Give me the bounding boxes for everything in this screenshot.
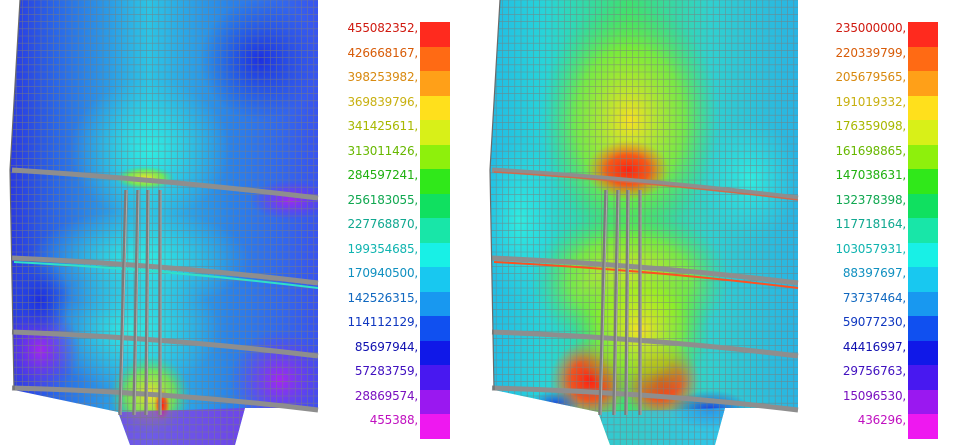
legend-label: 341425611,	[347, 119, 418, 133]
legend-label: 455388,	[369, 413, 418, 427]
legend-label: 29756763,	[842, 364, 906, 378]
right-legend-labels: 235000000, 220339799, 205679565, 191019332,…	[806, 16, 906, 433]
legend-swatch	[420, 22, 450, 47]
legend-swatch	[908, 46, 938, 71]
legend-label: 369839796,	[347, 94, 418, 109]
legend-label: 59077230,	[842, 315, 906, 329]
legend-swatch	[908, 71, 938, 96]
legend-swatch	[420, 71, 450, 96]
legend-swatch	[908, 169, 938, 194]
legend-swatch	[420, 242, 450, 267]
legend-label: 199354685,	[347, 241, 418, 256]
legend-swatch	[420, 365, 450, 390]
legend-swatch	[420, 193, 450, 218]
legend-swatch	[908, 218, 938, 243]
legend-swatch	[420, 267, 450, 292]
legend-swatch	[908, 120, 938, 145]
legend-swatch	[908, 267, 938, 292]
legend-label: 103057931,	[835, 241, 906, 256]
legend-swatch	[420, 95, 450, 120]
legend-label: 426668167,	[347, 45, 418, 60]
legend-swatch	[420, 291, 450, 316]
legend-swatch	[908, 414, 938, 439]
legend-label: 227768870,	[347, 217, 418, 231]
legend-label: 142526315,	[347, 290, 418, 305]
legend-swatch	[420, 389, 450, 414]
legend-label: 455082352,	[347, 21, 418, 35]
legend-label: 147038631,	[835, 168, 906, 182]
legend-swatch	[908, 291, 938, 316]
legend-label: 398253982,	[347, 70, 418, 84]
legend-swatch	[908, 340, 938, 365]
legend-swatch	[908, 316, 938, 341]
legend-label: 205679565,	[835, 70, 906, 84]
legend-label: 170940500,	[347, 266, 418, 280]
legend-label: 284597241,	[347, 168, 418, 182]
legend-label: 132378398,	[835, 192, 906, 207]
legend-label: 313011426,	[347, 143, 418, 158]
legend-label: 57283759,	[354, 364, 418, 378]
legend-swatch	[908, 95, 938, 120]
legend-label: 191019332,	[835, 94, 906, 109]
left-color-legend	[420, 22, 450, 439]
legend-label: 256183055,	[347, 192, 418, 207]
legend-label: 176359098,	[835, 119, 906, 133]
legend-swatch	[908, 22, 938, 47]
legend-swatch	[420, 340, 450, 365]
legend-label: 235000000,	[835, 21, 906, 35]
legend-label: 436296,	[857, 413, 906, 427]
legend-swatch	[908, 144, 938, 169]
legend-swatch	[420, 120, 450, 145]
legend-swatch	[420, 218, 450, 243]
legend-label: 114112129,	[347, 315, 418, 329]
legend-label: 73737464,	[842, 290, 906, 305]
legend-label: 161698865,	[835, 143, 906, 158]
legend-label: 28869574,	[354, 388, 418, 403]
legend-swatch	[420, 169, 450, 194]
legend-swatch	[420, 414, 450, 439]
legend-label: 85697944,	[354, 339, 418, 354]
legend-swatch	[420, 46, 450, 71]
left-contour-panel: 455082352, 426668167, 398253982, 369839796,…	[0, 0, 480, 445]
legend-label: 44416997,	[842, 339, 906, 354]
legend-label: 220339799,	[835, 45, 906, 60]
legend-label: 88397697,	[842, 266, 906, 280]
legend-swatch	[908, 389, 938, 414]
legend-label: 15096530,	[842, 388, 906, 403]
right-color-legend	[908, 22, 938, 439]
right-contour-panel: 235000000, 220339799, 205679565, 191019332,…	[480, 0, 960, 445]
legend-swatch	[420, 316, 450, 341]
legend-swatch	[908, 242, 938, 267]
legend-swatch	[908, 365, 938, 390]
legend-swatch	[420, 144, 450, 169]
left-legend-labels: 455082352, 426668167, 398253982, 369839796,…	[318, 16, 418, 433]
legend-label: 117718164,	[835, 217, 906, 231]
legend-swatch	[908, 193, 938, 218]
